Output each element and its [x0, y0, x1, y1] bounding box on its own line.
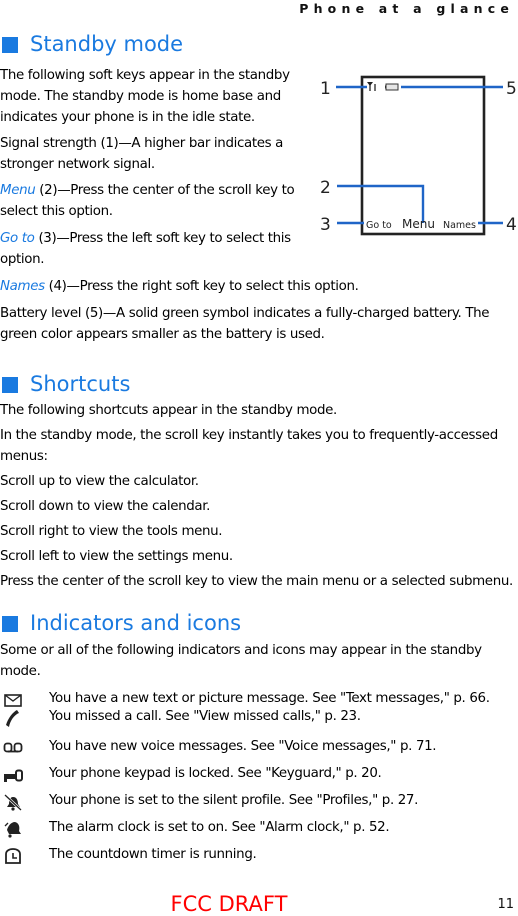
indicator-text: Your phone is set to the silent profile.…	[49, 793, 419, 808]
battery-level-description: Battery level (5)—A solid green symbol i…	[0, 303, 490, 345]
fcc-draft-label: FCC DRAFT	[0, 892, 518, 916]
callout-number-2: 2	[320, 178, 331, 198]
alarm-bell-icon	[4, 822, 21, 838]
page-number: 11	[497, 897, 514, 912]
text-line: option.	[0, 252, 45, 267]
section-square-icon	[2, 376, 18, 393]
goto-key-link[interactable]: Go to	[0, 231, 35, 246]
section-square-icon	[2, 615, 18, 632]
section-title-text: Shortcuts	[30, 372, 131, 396]
indicator-item: You have new voice messages. See "Voice …	[0, 737, 518, 759]
callout-number-5: 5	[506, 79, 517, 99]
text-line: Battery level (5)—A solid green symbol i…	[0, 306, 490, 321]
text-line: stronger network signal.	[0, 157, 155, 172]
voicemail-icon	[3, 742, 23, 753]
text-line: (4)—Press the right soft key to select t…	[44, 279, 359, 294]
goto-key-description: Go to (3)—Press the left soft key to sel…	[0, 228, 291, 270]
menu-key-link[interactable]: Menu	[0, 183, 36, 198]
section-square-icon	[2, 36, 18, 53]
text-line: Scroll right to view the tools menu.	[0, 524, 223, 539]
indicator-item: Your phone keypad is locked. See "Keygua…	[0, 764, 518, 786]
signal-icon	[367, 82, 376, 91]
indicator-text: You have a new text or picture message. …	[49, 691, 490, 706]
callout-number-3: 3	[320, 215, 331, 235]
text-line: Press the center of the scroll key to vi…	[0, 574, 513, 589]
standby-intro: The following soft keys appear in the st…	[0, 65, 290, 128]
names-key-description: Names (4)—Press the right soft key to se…	[0, 276, 359, 297]
softkey-left-label: Go to	[366, 220, 392, 231]
battery-icon	[385, 83, 399, 91]
indicator-text: You missed a call. See "View missed call…	[49, 709, 361, 724]
standby-screen-diagram: 1 2 3 4 5 Go to Menu Names	[300, 66, 518, 246]
callout-number-1: 1	[320, 79, 331, 99]
callout-number-4: 4	[506, 215, 517, 235]
running-header: Phone at a glance	[299, 1, 514, 16]
text-line: The following soft keys appear in the st…	[0, 68, 290, 83]
key-lock-icon	[4, 769, 23, 782]
shortcuts-text: The following shortcuts appear in the st…	[0, 400, 513, 596]
section-title-text: Indicators and icons	[30, 611, 242, 635]
indicator-item: The countdown timer is running.	[0, 845, 518, 867]
indicator-item: Your phone is set to the silent profile.…	[0, 791, 518, 813]
text-line: The following shortcuts appear in the st…	[0, 403, 337, 418]
indicator-text: You have new voice messages. See "Voice …	[49, 739, 437, 754]
text-line: mode. The standby mode is home base and	[0, 89, 281, 104]
softkey-right-label: Names	[443, 220, 476, 231]
fcc-draft-text: FCC DRAFT	[170, 892, 288, 916]
text-line: select this option.	[0, 204, 113, 219]
section-title-indicators: Indicators and icons	[2, 613, 241, 634]
text-line: Signal strength (1)—A higher bar indicat…	[0, 136, 284, 151]
missed-call-handset-icon	[6, 710, 19, 727]
text-line: menus:	[0, 449, 48, 464]
section-title-text: Standby mode	[30, 32, 184, 56]
text-line: indicates your phone is in the idle stat…	[0, 110, 255, 125]
softkey-center-label: Menu	[402, 217, 435, 231]
text-line: Some or all of the following indicators …	[0, 643, 482, 658]
section-title-standby: Standby mode	[2, 34, 183, 55]
text-line: Scroll left to view the settings menu.	[0, 549, 233, 564]
indicator-item: You missed a call. See "View missed call…	[0, 707, 518, 729]
text-line: mode.	[0, 664, 41, 679]
text-line: In the standby mode, the scroll key inst…	[0, 428, 498, 443]
indicator-item: The alarm clock is set to on. See "Alarm…	[0, 818, 518, 840]
names-key-link[interactable]: Names	[0, 279, 45, 294]
text-line: (2)—Press the center of the scroll key t…	[35, 183, 295, 198]
indicator-text: The countdown timer is running.	[49, 847, 257, 862]
menu-key-description: Menu (2)—Press the center of the scroll …	[0, 180, 295, 222]
section-title-shortcuts: Shortcuts	[2, 374, 130, 395]
text-line: green color appears smaller as the batte…	[0, 327, 325, 342]
indicator-text: Your phone keypad is locked. See "Keygua…	[49, 766, 382, 781]
text-line: Scroll down to view the calendar.	[0, 499, 211, 514]
silent-bell-icon	[4, 794, 22, 811]
countdown-timer-icon	[5, 848, 21, 864]
signal-strength-description: Signal strength (1)—A higher bar indicat…	[0, 133, 283, 175]
indicator-text: The alarm clock is set to on. See "Alarm…	[49, 820, 390, 835]
text-line: (3)—Press the left soft key to select th…	[34, 231, 291, 246]
text-line: Scroll up to view the calculator.	[0, 474, 199, 489]
indicators-intro: Some or all of the following indicators …	[0, 640, 482, 682]
